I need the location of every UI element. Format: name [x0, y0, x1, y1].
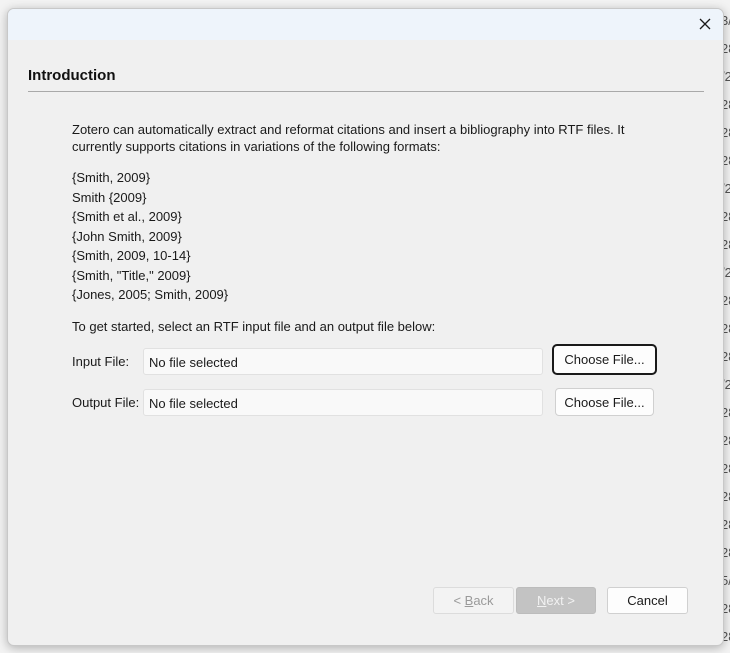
- citation-format-item: {Smith, 2009}: [72, 170, 151, 185]
- input-file-label: Input File:: [72, 354, 130, 369]
- next-button[interactable]: Next >: [516, 587, 596, 614]
- cancel-button[interactable]: Cancel: [607, 587, 688, 614]
- title-divider: [28, 91, 704, 92]
- close-icon: [699, 18, 711, 30]
- back-button-accesskey: B: [464, 593, 474, 608]
- close-button[interactable]: [690, 10, 720, 38]
- output-file-row: Output File: No file selected Choose Fil…: [72, 388, 662, 418]
- choose-output-file-button[interactable]: Choose File...: [555, 388, 654, 416]
- next-button-label: ext >: [546, 593, 575, 608]
- citation-format-item: Smith {2009}: [72, 189, 147, 205]
- dialog-titlebar: [8, 9, 723, 40]
- citation-format-item: {Smith, "Title," 2009}: [72, 267, 191, 283]
- get-started-text: To get started, select an RTF input file…: [72, 319, 436, 334]
- back-button-label: ack: [473, 593, 494, 608]
- rtf-scan-dialog: Introduction Zotero can automatically ex…: [7, 8, 724, 646]
- intro-text: Zotero can automatically extract and ref…: [72, 122, 625, 154]
- back-button[interactable]: < Back: [433, 587, 514, 614]
- back-button-prefix: <: [453, 593, 465, 608]
- citation-format-item: {John Smith, 2009}: [72, 228, 182, 244]
- output-file-field[interactable]: No file selected: [143, 389, 543, 416]
- citation-format-item: {Smith et al., 2009}: [72, 209, 182, 224]
- page-title: Introduction: [28, 67, 116, 84]
- next-button-accesskey: N: [537, 593, 547, 608]
- output-file-label: Output File:: [72, 395, 140, 410]
- input-file-row: Input File: No file selected Choose File…: [72, 344, 662, 377]
- citation-format-list: {Smith, 2009} Smith {2009} {Smith et al.…: [72, 168, 672, 305]
- input-file-field[interactable]: No file selected: [143, 348, 543, 375]
- intro-section: Zotero can automatically extract and ref…: [72, 121, 672, 305]
- citation-format-item: {Smith, 2009, 10-14}: [72, 248, 191, 263]
- citation-format-item: {Jones, 2005; Smith, 2009}: [72, 287, 229, 302]
- choose-input-file-button[interactable]: Choose File...: [552, 344, 657, 375]
